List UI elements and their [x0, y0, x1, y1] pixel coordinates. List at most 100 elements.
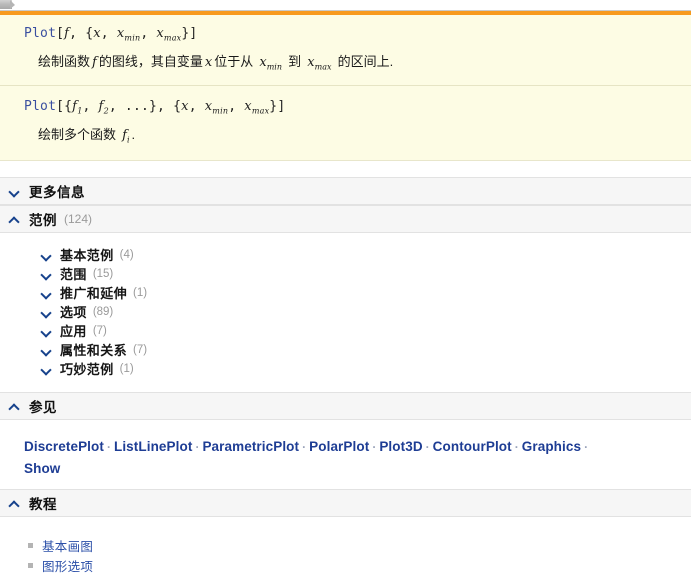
examples-subsection-basic[interactable]: 基本范例 (4) — [0, 245, 691, 264]
bullet-icon — [28, 562, 33, 568]
usage-code-2-comma-3: , — [157, 99, 174, 115]
usage-code-2-symbol[interactable]: Plot — [24, 99, 56, 114]
usage-desc-2-part-1: 绘制多个函数 — [38, 126, 117, 142]
usage-code-2-xmin-sub: min — [212, 106, 229, 116]
usage-desc-2-part-2: . — [131, 126, 136, 142]
usage-code-1-bracket-open: [ — [56, 26, 65, 41]
chevron-up-icon[interactable] — [9, 497, 21, 509]
chevron-down-icon[interactable] — [41, 344, 53, 356]
usage-code-1-arg-xmax: xmax — [156, 26, 182, 43]
usage-code-1-xmax-sub: max — [163, 33, 182, 43]
usage-desc-1-var-f: f — [92, 54, 97, 70]
examples-subsection-label: 巧妙范例 — [60, 362, 114, 378]
examples-subsection-count: (1) — [133, 286, 148, 299]
examples-subsection-label: 基本范例 — [60, 248, 114, 264]
tutorial-list-item[interactable]: 基本画图 — [0, 535, 691, 555]
usage-code-1-bracket-close: ] — [189, 26, 198, 41]
section-header-more-info[interactable]: 更多信息 — [0, 177, 691, 206]
see-also-link-contourplot[interactable]: ContourPlot — [433, 439, 512, 454]
examples-subsection-count: (89) — [92, 305, 114, 318]
examples-subsection-label: 应用 — [60, 324, 87, 340]
usage-desc-1-part-4: 到 — [288, 53, 302, 69]
window-top-strip — [0, 0, 691, 11]
usage-code-1-arg-xmin: xmin — [117, 26, 141, 43]
chevron-down-icon[interactable] — [41, 306, 53, 318]
usage-code-2-bracket-close: ] — [277, 99, 286, 115]
examples-subsection-count: (15) — [92, 267, 114, 280]
chevron-up-icon[interactable] — [9, 213, 21, 225]
see-also-link-plot3d[interactable]: Plot3D — [379, 439, 422, 454]
see-also-link-discreteplot[interactable]: DiscretePlot — [24, 439, 104, 454]
link-separator: · — [584, 440, 589, 455]
section-title-more-info: 更多信息 — [29, 185, 85, 201]
section-header-tutorials[interactable]: 教程 — [0, 489, 691, 518]
usage-desc-1-part-1: 绘制函数 — [38, 53, 91, 69]
chevron-down-icon[interactable] — [41, 363, 53, 375]
examples-subsection-generalizations[interactable]: 推广和延伸 (1) — [0, 283, 691, 302]
see-also-link-listlineplot[interactable]: ListLinePlot — [114, 439, 192, 454]
usage-code-1-arg-x: x — [93, 26, 101, 41]
tutorial-link-basic-plotting[interactable]: 基本画图 — [42, 536, 93, 555]
examples-subsection-properties[interactable]: 属性和关系 (7) — [0, 340, 691, 359]
usage-code-2-xmax-sub: max — [251, 106, 270, 116]
chevron-down-icon[interactable] — [41, 249, 53, 261]
examples-subsection-neat[interactable]: 巧妙范例 (1) — [0, 359, 691, 378]
usage-code-1-symbol[interactable]: Plot — [24, 26, 56, 41]
chevron-down-icon[interactable] — [41, 287, 53, 299]
usage-code-2-ellipsis: ... — [124, 99, 150, 115]
chevron-down-icon[interactable] — [9, 185, 21, 197]
usage-desc-1-xmin-base: x — [259, 54, 267, 70]
usage-desc-2-fi-sub: i — [126, 135, 130, 145]
see-also-link-graphics[interactable]: Graphics — [522, 439, 581, 454]
see-also-link-show[interactable]: Show — [24, 461, 60, 476]
usage-desc-1-xmax-sub: max — [314, 62, 332, 72]
usage-code-1: Plot[f, {x, xmin, xmax}] — [0, 25, 691, 48]
usage-desc-1-part-5: 的区间上. — [337, 53, 394, 69]
usage-block-1: Plot[f, {x, xmin, xmax}] 绘制函数 f 的图线，其自变量 x 位… — [0, 15, 691, 87]
usage-desc-2-var-fi: fi — [116, 128, 132, 145]
usage-description-2: 绘制多个函数 fi. — [0, 125, 691, 150]
section-header-examples[interactable]: 范例 (124) — [0, 205, 691, 234]
examples-subsection-label: 推广和延伸 — [60, 286, 128, 302]
link-separator: · — [514, 440, 519, 455]
usage-code-2-arg-f2: f2 — [99, 99, 109, 116]
link-separator: · — [302, 440, 307, 455]
see-also-link-parametricplot[interactable]: ParametricPlot — [202, 439, 299, 454]
link-separator: · — [106, 440, 111, 455]
chevron-down-icon[interactable] — [41, 325, 53, 337]
tutorial-list: 基本画图 图形选项 — [0, 517, 691, 576]
link-separator: · — [372, 440, 377, 455]
examples-subsection-label: 范围 — [60, 267, 87, 283]
usage-code-2-comma-2: , — [108, 99, 125, 115]
examples-subsection-label: 选项 — [60, 305, 87, 321]
usage-code-1-xmin-sub: min — [124, 33, 141, 43]
usage-code-2: Plot[{f1, f2, ...}, {x, xmin, xmax}] — [0, 98, 691, 121]
examples-subsection-applications[interactable]: 应用 (7) — [0, 321, 691, 340]
tutorial-link-graphics-options[interactable]: 图形选项 — [42, 556, 93, 575]
usage-desc-1-part-3: 位于从 — [214, 53, 254, 69]
chevron-down-icon[interactable] — [41, 268, 53, 280]
examples-subsection-options[interactable]: 选项 (89) — [0, 302, 691, 321]
usage-description-1: 绘制函数 f 的图线，其自变量 x 位于从 xmin 到 xmax 的区间上. — [0, 52, 691, 77]
usage-code-2-xmax-base: x — [244, 99, 252, 115]
section-header-see-also[interactable]: 参见 — [0, 392, 691, 421]
usage-code-2-comma-4: , — [188, 99, 205, 115]
link-separator: · — [195, 440, 200, 455]
scroll-handle-icon[interactable] — [0, 0, 15, 9]
chevron-up-icon[interactable] — [9, 400, 21, 412]
examples-subsection-scope[interactable]: 范围 (15) — [0, 264, 691, 283]
examples-subsection-count: (7) — [92, 324, 107, 337]
usage-code-2-comma-5: , — [228, 99, 245, 115]
examples-subsection-count: (1) — [119, 362, 134, 375]
section-title-examples: 范例 — [29, 213, 57, 229]
examples-subsection-label: 属性和关系 — [60, 343, 128, 359]
bullet-icon — [28, 542, 33, 548]
link-separator: · — [425, 440, 430, 455]
tutorial-list-item[interactable]: 图形选项 — [0, 555, 691, 575]
section-title-see-also: 参见 — [29, 400, 57, 416]
usage-code-2-brace-close-1: } — [149, 99, 158, 115]
usage-desc-1-var-x: x — [204, 54, 213, 70]
spacer — [0, 161, 691, 178]
usage-code-1-comma-3: , — [140, 26, 157, 41]
see-also-link-polarplot[interactable]: PolarPlot — [309, 439, 369, 454]
